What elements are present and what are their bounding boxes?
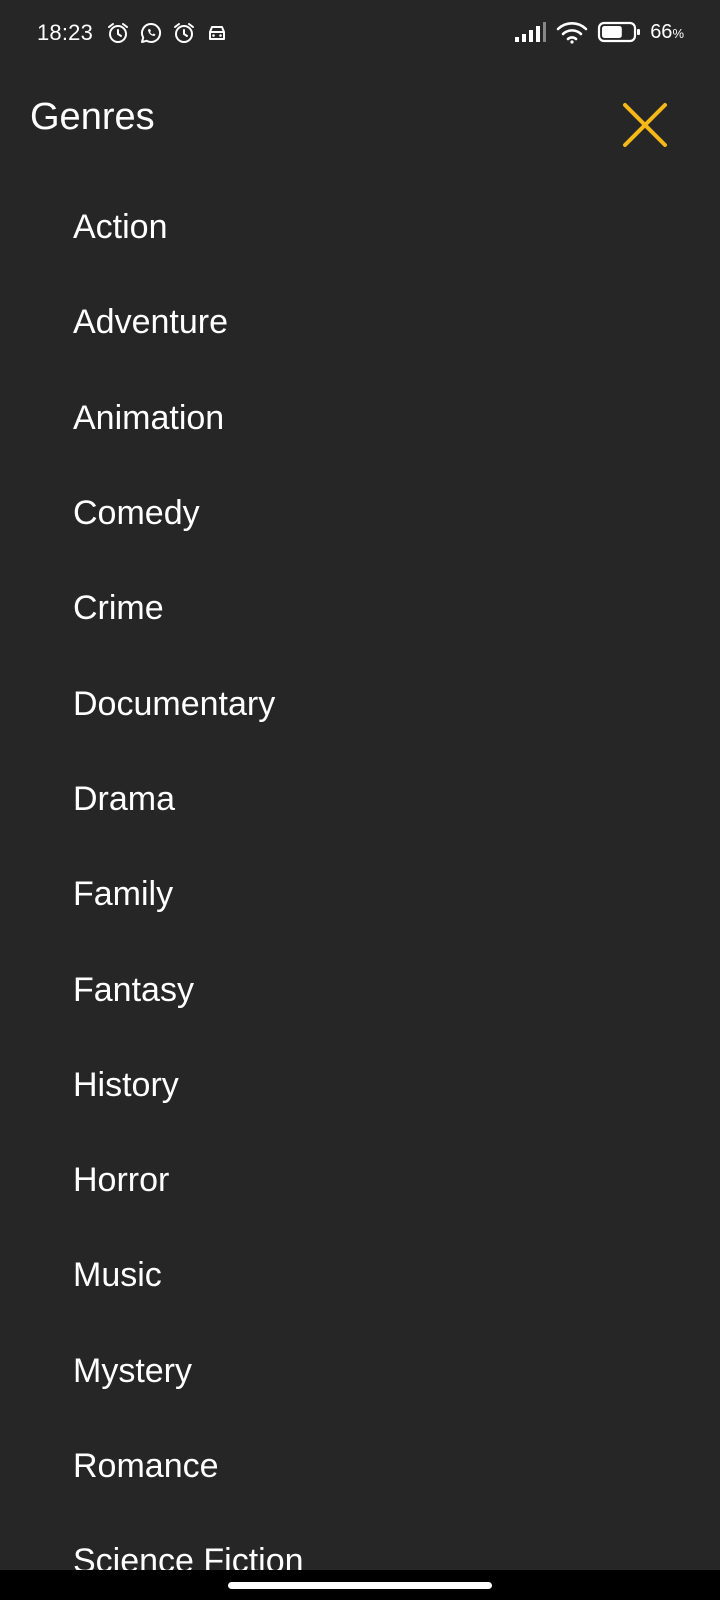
genre-label: Music — [73, 1256, 162, 1295]
close-icon — [623, 103, 667, 147]
genre-item-crime[interactable]: Crime — [0, 561, 720, 656]
genre-item-documentary[interactable]: Documentary — [0, 656, 720, 751]
genre-label: Mystery — [73, 1351, 192, 1390]
page-title: Genres — [30, 96, 155, 138]
genre-label: Crime — [73, 589, 164, 628]
genre-label: Adventure — [73, 303, 228, 342]
genre-item-family[interactable]: Family — [0, 847, 720, 942]
status-time: 18:23 — [37, 20, 94, 45]
genre-label: Fantasy — [73, 970, 194, 1009]
system-icons: 66% — [513, 20, 684, 44]
genre-label: Animation — [73, 398, 225, 437]
genre-label: Science Fiction — [73, 1542, 304, 1570]
genre-label: Action — [73, 208, 168, 247]
genre-label: Documentary — [73, 684, 276, 723]
car-icon — [209, 26, 225, 40]
signal-icon — [515, 22, 547, 42]
battery-percentage: 66% — [650, 20, 684, 43]
genre-label: Drama — [73, 779, 176, 818]
genre-list: Action Adventure Animation Comedy Crime … — [0, 180, 720, 1570]
alarm-icon — [108, 23, 128, 43]
genre-item-fantasy[interactable]: Fantasy — [0, 942, 720, 1037]
genre-item-animation[interactable]: Animation — [0, 371, 720, 466]
genre-item-action[interactable]: Action — [0, 180, 720, 275]
genre-label: Family — [73, 875, 174, 914]
genre-label: History — [73, 1065, 179, 1104]
genre-item-adventure[interactable]: Adventure — [0, 275, 720, 370]
notification-icons — [106, 21, 229, 45]
genre-item-science-fiction[interactable]: Science Fiction — [0, 1514, 720, 1570]
genre-label: Horror — [73, 1161, 170, 1200]
wifi-icon — [556, 22, 588, 44]
battery-icon — [598, 21, 641, 43]
genre-label: Romance — [73, 1447, 219, 1485]
genre-item-music[interactable]: Music — [0, 1228, 720, 1323]
alarm-icon — [174, 23, 194, 43]
genre-item-drama[interactable]: Drama — [0, 752, 720, 847]
genre-item-history[interactable]: History — [0, 1038, 720, 1133]
whatsapp-icon — [141, 22, 162, 43]
genre-item-horror[interactable]: Horror — [0, 1133, 720, 1228]
close-button[interactable] — [620, 100, 670, 150]
genre-label: Comedy — [73, 494, 200, 533]
genre-item-romance[interactable]: Romance — [0, 1419, 720, 1514]
status-bar: 18:23 66% — [0, 0, 720, 70]
home-indicator[interactable] — [228, 1582, 492, 1589]
navigation-bar — [0, 1570, 720, 1600]
genre-item-mystery[interactable]: Mystery — [0, 1324, 720, 1419]
genre-item-comedy[interactable]: Comedy — [0, 466, 720, 561]
